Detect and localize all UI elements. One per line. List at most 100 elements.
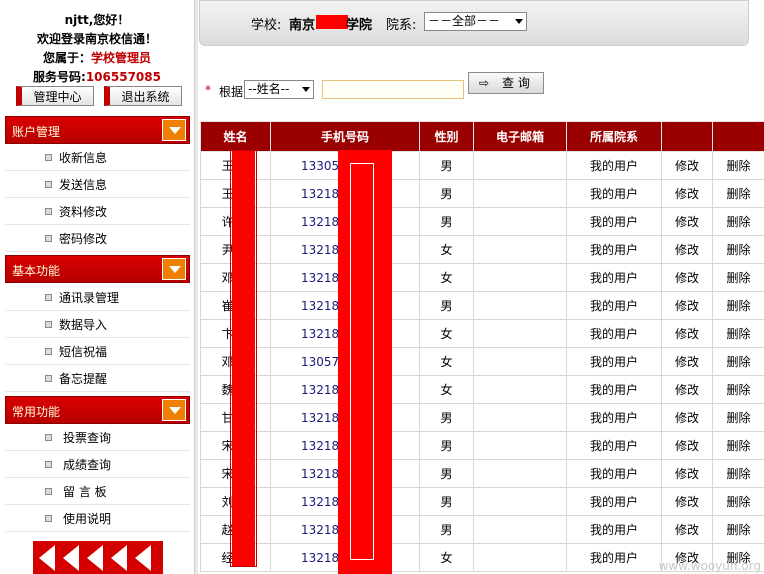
- cell-email: [473, 291, 567, 320]
- edit-link[interactable]: 修改: [661, 291, 713, 320]
- edit-link[interactable]: 修改: [661, 151, 713, 180]
- cell-email: [473, 515, 567, 544]
- delete-link[interactable]: 删除: [712, 263, 764, 292]
- sidebar-item-messageboard[interactable]: 留 言 板: [5, 479, 190, 505]
- school-value-prefix: 南京: [289, 18, 316, 33]
- chevron-down-icon[interactable]: [162, 258, 186, 280]
- table-row: 甘 涛13218男我的用户修改删除: [200, 403, 764, 432]
- role-value: 学校管理员: [91, 51, 152, 65]
- edit-link[interactable]: 修改: [661, 263, 713, 292]
- cell-dept: 我的用户: [566, 263, 662, 292]
- bullet-icon: [45, 434, 52, 441]
- table-row: 崔 超13218男我的用户修改删除: [200, 291, 764, 320]
- sidebar-item-label: 资料修改: [59, 205, 108, 219]
- cell-gender: 女: [419, 319, 474, 348]
- section-title: 基本功能: [12, 264, 61, 278]
- redacted-names-outline: [230, 150, 257, 567]
- edit-link[interactable]: 修改: [661, 459, 713, 488]
- delete-link[interactable]: 删除: [712, 207, 764, 236]
- logout-button[interactable]: 退出系统: [104, 86, 182, 106]
- sidebar-item-label: 数据导入: [59, 318, 108, 332]
- table-row: 邓 丽13057女我的用户修改删除: [200, 347, 764, 376]
- dept-select-value: －－全部－－: [428, 14, 501, 28]
- section-common[interactable]: 常用功能: [5, 396, 190, 424]
- edit-link[interactable]: 修改: [661, 235, 713, 264]
- search-by-label: 根据: [219, 85, 244, 99]
- section-account[interactable]: 账户管理: [5, 116, 190, 144]
- dept-label: 院系:: [386, 18, 417, 33]
- cell-email: [473, 375, 567, 404]
- cell-gender: 女: [419, 263, 474, 292]
- section-basic[interactable]: 基本功能: [5, 255, 190, 283]
- bullet-icon: [45, 321, 52, 328]
- sidebar-item-grades[interactable]: 成绩查询: [5, 452, 190, 478]
- cell-dept: 我的用户: [566, 543, 662, 572]
- sidebar-item-inbox[interactable]: 收新信息: [5, 145, 190, 171]
- sidebar-item-contacts[interactable]: 通讯录管理: [5, 285, 190, 311]
- sidebar-item-memo[interactable]: 备忘提醒: [5, 366, 190, 392]
- sidebar-item-greetings[interactable]: 短信祝福: [5, 339, 190, 365]
- edit-link[interactable]: 修改: [661, 179, 713, 208]
- service-line: 服务号码:106557085: [0, 68, 194, 85]
- redacted-phones-outline: [350, 163, 374, 560]
- delete-link[interactable]: 删除: [712, 515, 764, 544]
- delete-link[interactable]: 删除: [712, 431, 764, 460]
- delete-link[interactable]: 删除: [712, 487, 764, 516]
- sidebar-item-send[interactable]: 发送信息: [5, 172, 190, 198]
- delete-link[interactable]: 删除: [712, 179, 764, 208]
- sidebar-item-label: 留 言 板: [63, 485, 107, 499]
- sidebar-item-vote[interactable]: 投票查询: [5, 425, 190, 451]
- filter-bar: 学校: 南京 学院 院系: －－全部－－: [199, 0, 749, 46]
- search-input[interactable]: [322, 80, 464, 99]
- role-prefix: 您属于：: [42, 51, 91, 65]
- sidebar-item-profile[interactable]: 资料修改: [5, 199, 190, 225]
- cell-gender: 男: [419, 515, 474, 544]
- edit-link[interactable]: 修改: [661, 403, 713, 432]
- sidebar-item-password[interactable]: 密码修改: [5, 226, 190, 252]
- edit-link[interactable]: 修改: [661, 431, 713, 460]
- col-header-email: 电子邮箱: [473, 121, 567, 152]
- delete-link[interactable]: 删除: [712, 375, 764, 404]
- cell-gender: 男: [419, 403, 474, 432]
- edit-link[interactable]: 修改: [661, 347, 713, 376]
- cell-gender: 女: [419, 375, 474, 404]
- chevron-down-icon[interactable]: [162, 399, 186, 421]
- delete-link[interactable]: 删除: [712, 151, 764, 180]
- cell-gender: 男: [419, 207, 474, 236]
- cell-email: [473, 319, 567, 348]
- dropdown-arrow-icon: [515, 19, 523, 24]
- delete-link[interactable]: 删除: [712, 403, 764, 432]
- delete-link[interactable]: 删除: [712, 459, 764, 488]
- delete-link[interactable]: 删除: [712, 319, 764, 348]
- bullet-icon: [45, 208, 52, 215]
- sidebar-item-help[interactable]: 使用说明: [5, 506, 190, 532]
- cell-email: [473, 431, 567, 460]
- cell-dept: 我的用户: [566, 347, 662, 376]
- cell-dept: 我的用户: [566, 179, 662, 208]
- sidebar-item-import[interactable]: 数据导入: [5, 312, 190, 338]
- table-row: 尹 丽13218女我的用户修改删除: [200, 235, 764, 264]
- sidebar-item-label: 通讯录管理: [59, 291, 120, 305]
- edit-link[interactable]: 修改: [661, 375, 713, 404]
- edit-link[interactable]: 修改: [661, 319, 713, 348]
- edit-link[interactable]: 修改: [661, 207, 713, 236]
- edit-link[interactable]: 修改: [661, 487, 713, 516]
- sidebar-item-label: 密码修改: [59, 232, 108, 246]
- bullet-icon: [45, 154, 52, 161]
- delete-link[interactable]: 删除: [712, 291, 764, 320]
- search-button-label: 查 询: [502, 76, 530, 90]
- chevron-down-icon[interactable]: [162, 119, 186, 141]
- dept-select[interactable]: －－全部－－: [424, 12, 527, 31]
- delete-link[interactable]: 删除: [712, 347, 764, 376]
- search-field-select[interactable]: --姓名--: [244, 80, 314, 99]
- edit-link[interactable]: 修改: [661, 515, 713, 544]
- admin-center-button[interactable]: 管理中心: [16, 86, 94, 106]
- search-button[interactable]: ⇨ 查 询: [468, 72, 544, 94]
- delete-link[interactable]: 删除: [712, 235, 764, 264]
- sidebar-item-label: 使用说明: [63, 512, 112, 526]
- cell-email: [473, 347, 567, 376]
- bullet-icon: [45, 515, 52, 522]
- cell-gender: 男: [419, 151, 474, 180]
- cell-dept: 我的用户: [566, 291, 662, 320]
- cell-gender: 男: [419, 487, 474, 516]
